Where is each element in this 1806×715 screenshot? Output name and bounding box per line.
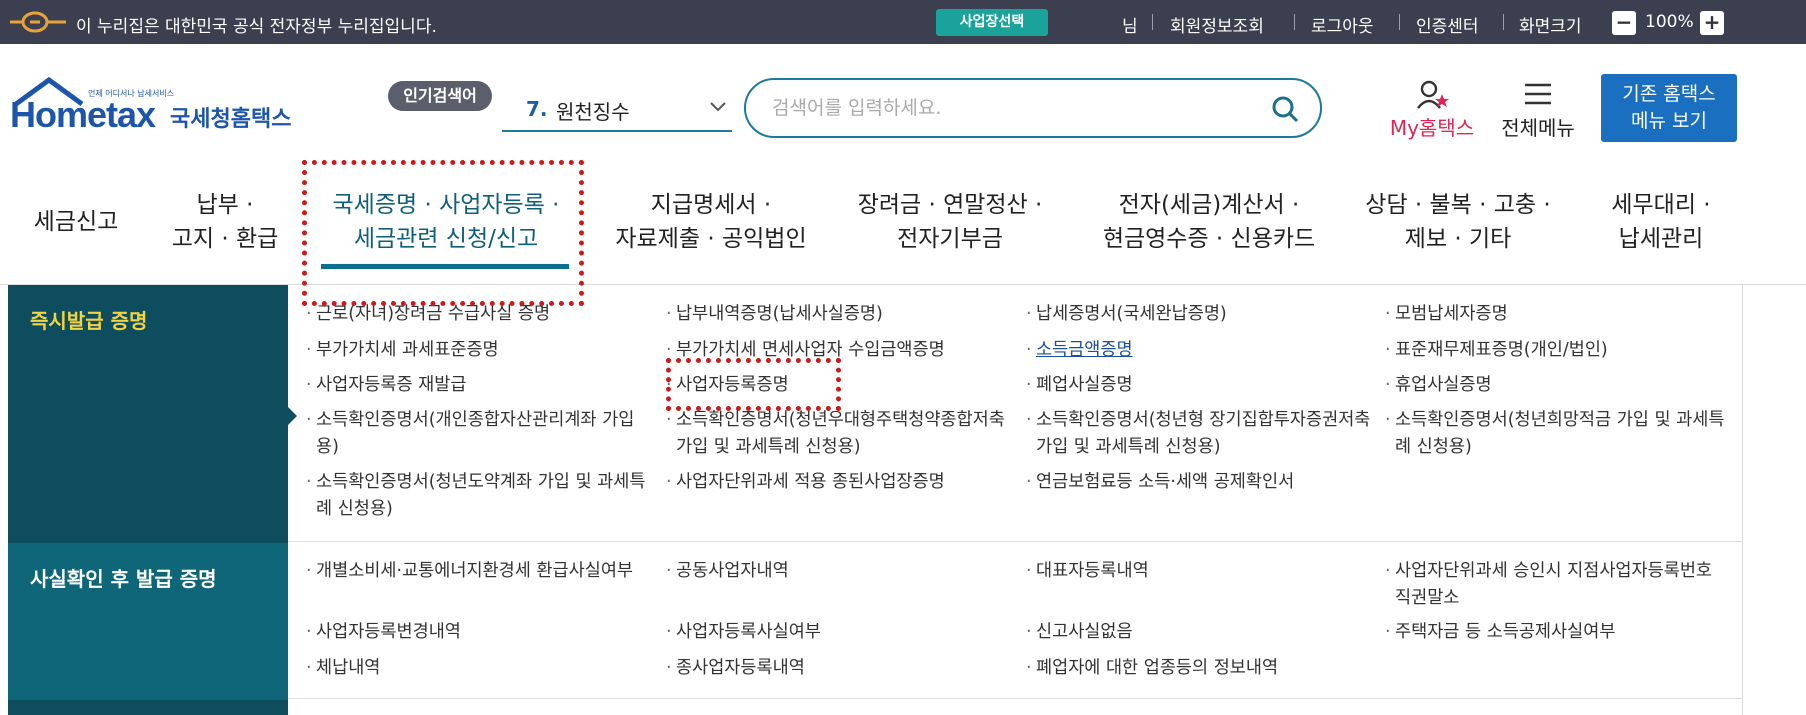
menu-item[interactable]: 종사업자등록내역 [666,655,1012,682]
search-icon[interactable] [1270,94,1300,124]
old-menu-line1: 기존 홈택스 [1622,83,1716,105]
active-category-arrow [288,407,297,425]
menu-item[interactable]: 사업자단위과세 적용 종된사업장증명 [666,469,1012,496]
menu-item[interactable]: 소득확인증명서(청년도약계좌 가입 및 과세특례 신청용) [306,469,652,523]
zoom-level: 100% [1645,12,1694,32]
menu-item[interactable]: 소득확인증명서(청년우대형주택청약종합저축 가입 및 과세특례 신청용) [666,407,1012,461]
menu-item[interactable]: 부가가치세 과세표준증명 [306,337,646,364]
nav-label: 장려금 · 연말정산 · [857,192,1043,218]
my-hometax-button[interactable]: My홈택스 [1384,80,1480,142]
menu-item[interactable]: 체납내역 [306,655,652,682]
divider [288,541,1742,542]
menu-item[interactable]: 대표자등록내역 [1026,558,1372,585]
menu-item[interactable]: 모범납세자증명 [1385,301,1725,328]
divider [1399,14,1400,30]
popular-rank: 7. [526,97,548,121]
logout-link[interactable]: 로그아웃 [1311,12,1374,37]
old-menu-button[interactable]: 기존 홈택스 메뉴 보기 [1601,74,1737,142]
nav-label: 납세관리 [1618,226,1704,252]
menu-item-income-certificate[interactable]: 소득금액증명 [1026,337,1366,364]
menu-item[interactable]: 휴업사실증명 [1385,372,1725,399]
menu-item[interactable]: 소득확인증명서(청년형 장기집합투자증권저축 가입 및 과세특례 신청용) [1026,407,1372,461]
divider [1294,14,1295,30]
old-menu-line2: 메뉴 보기 [1631,110,1707,132]
nav-label: 상담 · 불복 · 고충 · [1365,192,1551,218]
search-input[interactable] [772,94,1242,122]
menu-item[interactable]: 표준재무제표증명(개인/법인) [1385,337,1725,364]
nav-tax-agent[interactable]: 세무대리 · 납세관리 [1596,188,1726,256]
gov-emblem-icon [10,11,66,33]
member-info-link[interactable]: 회원정보조회 [1170,12,1264,37]
divider [1503,14,1504,30]
nav-label: 자료제출 · 공익법인 [615,226,807,252]
nav-consult[interactable]: 상담 · 불복 · 고충 · 제보 · 기타 [1358,188,1558,256]
menu-item[interactable]: 소득확인증명서(개인종합자산관리계좌 가입용) [306,407,652,461]
category-instant[interactable]: 즉시발급 증명 [8,285,288,543]
menu-item[interactable]: 납세증명서(국세완납증명) [1026,301,1366,328]
menu-item[interactable]: 공동사업자내역 [666,558,1012,585]
my-hometax-label: My홈택스 [1389,116,1475,140]
all-menu-button[interactable]: 전체메뉴 [1494,80,1582,142]
user-name-suffix: 님 [1122,17,1138,37]
logo-wordmark: Hometax [10,94,156,135]
search-box [744,78,1322,138]
hamburger-icon [1525,83,1551,105]
nav-label: 지급명세서 · [650,192,772,218]
highlight-box-nav [302,160,584,306]
nav-label: 전자(세금)계산서 · [1118,192,1300,218]
menu-item[interactable]: 소득확인증명서(청년희망적금 가입 및 과세특례 신청용) [1385,407,1731,461]
gov-notice: 이 누리집은 대한민국 공식 전자정부 누리집입니다. [76,17,437,37]
nav-payment-statement[interactable]: 지급명세서 · 자료제출 · 공익법인 [612,188,810,256]
nav-label: 제보 · 기타 [1404,226,1512,252]
menu-item[interactable]: 개별소비세·교통에너지환경세 환급사실여부 [306,558,652,585]
nav-tax-return[interactable]: 세금신고 [30,205,122,239]
nav-label: 현금영수증 · 신용카드 [1102,226,1316,252]
highlight-box-item [666,358,841,411]
divider [1742,285,1743,715]
category-title: 즉시발급 증명 [30,309,148,333]
nav-label: 고지 · 환급 [171,226,279,252]
category-verify[interactable]: 사실확인 후 발급 증명 [8,543,288,700]
nav-label: 납부 · [196,192,254,218]
nav-payment[interactable]: 납부 · 고지 · 환급 [160,188,290,256]
zoom-in-button[interactable]: + [1700,11,1724,35]
zoom-out-button[interactable]: − [1612,11,1636,35]
category-more [8,700,288,715]
hometax-logo[interactable]: 언제 어디서나 납세서비스 Hometax 국세청홈택스 [10,76,300,146]
menu-item[interactable]: 사업자등록사실여부 [666,619,1012,646]
divider [288,698,1742,699]
all-menu-label: 전체메뉴 [1501,116,1575,140]
divider [1152,14,1153,30]
chevron-down-icon [710,102,726,112]
nav-e-invoice[interactable]: 전자(세금)계산서 · 현금영수증 · 신용카드 [1096,188,1322,256]
logo-korean-name: 국세청홈택스 [170,107,292,132]
menu-item[interactable]: 사업자단위과세 승인시 지점사업자등록번호 직권말소 [1385,558,1731,612]
user-star-icon [1417,80,1449,109]
gov-banner: 이 누리집은 대한민국 공식 전자정부 누리집입니다. 사업장선택 님 회원정보… [0,0,1806,44]
cert-center-link[interactable]: 인증센터 [1416,12,1479,37]
category-title: 사실확인 후 발급 증명 [30,567,217,591]
screen-size-label: 화면크기 [1519,17,1582,37]
nav-label: 세금신고 [33,209,119,235]
nav-incentive[interactable]: 장려금 · 연말정산 · 전자기부금 [846,188,1054,256]
menu-item[interactable]: 주택자금 등 소득공제사실여부 [1385,619,1731,646]
business-select-button[interactable]: 사업장선택 [936,9,1048,36]
popular-search-dropdown[interactable]: 7. 원천징수 [502,86,732,132]
menu-item[interactable]: 연금보험료등 소득·세액 공제확인서 [1026,469,1372,496]
menu-item[interactable]: 신고사실없음 [1026,619,1372,646]
nav-label: 전자기부금 [897,226,1003,252]
menu-item[interactable]: 사업자등록변경내역 [306,619,652,646]
menu-item[interactable]: 사업자등록증 재발급 [306,372,646,399]
menu-item[interactable]: 폐업사실증명 [1026,372,1366,399]
menu-item[interactable]: 납부내역증명(납세사실증명) [666,301,1006,328]
menu-item[interactable]: 폐업자에 대한 업종등의 정보내역 [1026,655,1372,682]
nav-label: 세무대리 · [1611,192,1711,218]
popular-search-badge: 인기검색어 [388,81,492,111]
popular-term: 원천징수 [556,100,630,124]
